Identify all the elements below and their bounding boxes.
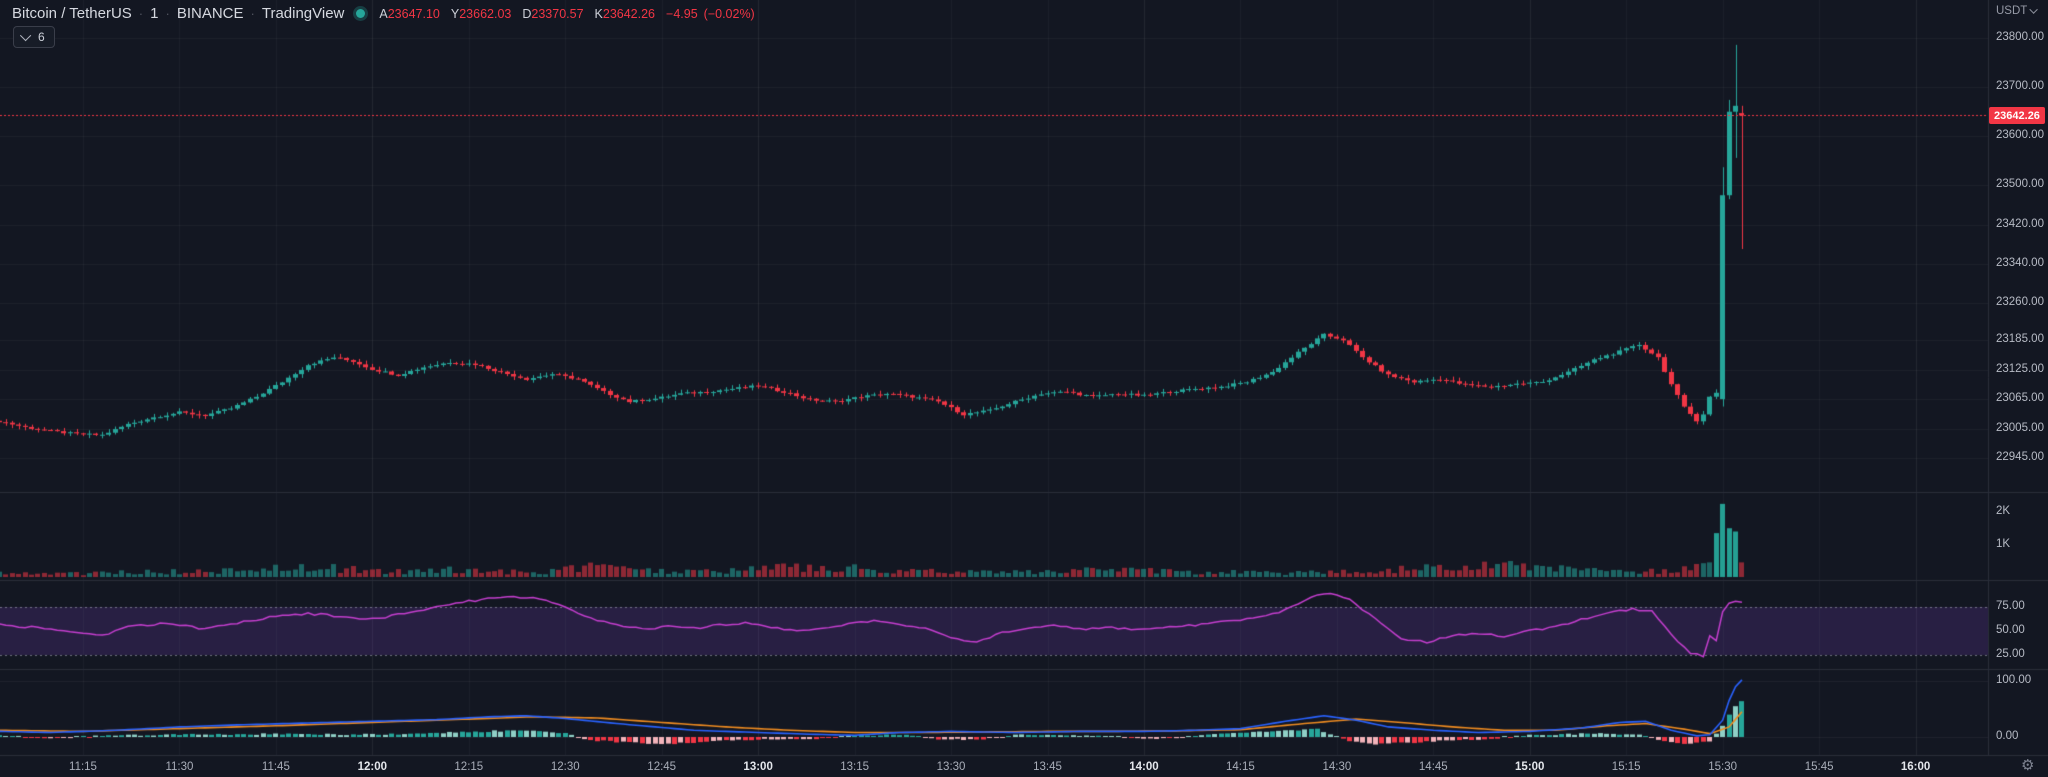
time-axis-label: 13:45 — [1033, 761, 1062, 773]
high-value: 23662.03 — [459, 6, 512, 21]
low-value: 23370.57 — [531, 6, 584, 21]
price-axis-label: 22945.00 — [1996, 451, 2044, 464]
time-axis-label: 14:45 — [1418, 761, 1448, 773]
time-axis-label: 15:00 — [1515, 761, 1545, 773]
price-axis-label: 23260.00 — [1996, 296, 2044, 309]
chevron-down-icon — [2029, 5, 2039, 14]
interval-label[interactable]: 1 — [150, 5, 158, 22]
last-price-tag: 23642.26 — [1989, 107, 2045, 124]
time-axis-label: 11:45 — [261, 761, 290, 773]
rsi-axis-label: 50.00 — [1996, 624, 2025, 636]
price-axis-label: 23420.00 — [1996, 217, 2044, 230]
price-axis-label: 23340.00 — [1996, 257, 2044, 270]
market-status-icon[interactable] — [356, 9, 366, 18]
time-axis-label: 12:15 — [454, 761, 484, 773]
change-percent: (−0.02%) — [703, 6, 755, 21]
time-axis-label: 11:30 — [165, 761, 194, 773]
symbol-title[interactable]: Bitcoin / TetherUS — [12, 5, 132, 22]
high-label: Y — [450, 6, 460, 21]
platform-label: TradingView — [261, 5, 345, 22]
indicators-collapse-button[interactable]: 6 — [13, 26, 55, 48]
price-scale-currency-dropdown[interactable]: USDT — [1996, 5, 2039, 17]
time-axis-label: 12:45 — [647, 761, 677, 773]
open-value: 23647.10 — [387, 6, 440, 21]
gear-icon[interactable]: ⚙ — [2021, 756, 2034, 774]
time-axis-label: 13:30 — [936, 761, 966, 773]
exchange-label: BINANCE — [176, 5, 244, 22]
rsi-axis-label: 75.00 — [1996, 600, 2025, 612]
rsi-axis-label: 25.00 — [1996, 648, 2025, 660]
change-value: −4.95 — [666, 6, 698, 21]
time-axis-label: 14:15 — [1226, 761, 1255, 773]
currency-label: USDT — [1996, 5, 2028, 17]
volume-axis-label: 1K — [1996, 537, 2011, 550]
close-value: 23642.26 — [602, 6, 656, 21]
legend-separator: · — [250, 6, 255, 21]
chart-canvas[interactable] — [0, 0, 2048, 777]
ohlc-values: A23647.10 Y23662.03 D23370.57 K23642.26 … — [379, 7, 760, 21]
time-axis-label: 12:30 — [550, 761, 580, 773]
oscillator-axis-label: 0.00 — [1996, 730, 2019, 742]
price-axis-label: 23005.00 — [1996, 421, 2044, 434]
time-axis-label: 14:00 — [1129, 761, 1159, 773]
time-axis-label: 14:30 — [1322, 761, 1352, 773]
legend-separator: · — [138, 6, 144, 21]
price-axis-label: 23600.00 — [1996, 129, 2044, 142]
time-axis-label: 13:15 — [840, 761, 869, 773]
price-axis-label: 23185.00 — [1996, 333, 2044, 346]
time-axis-label: 11:15 — [69, 761, 97, 773]
open-label: A — [379, 6, 388, 21]
tradingview-chart-window: Bitcoin / TetherUS · 1 · BINANCE · Tradi… — [0, 0, 2048, 777]
chevron-down-icon — [19, 29, 32, 42]
time-axis-label: 16:00 — [1900, 761, 1931, 773]
time-axis-label: 15:15 — [1611, 761, 1641, 773]
legend-separator: · — [165, 6, 170, 21]
price-axis-label: 23800.00 — [1996, 30, 2044, 43]
volume-axis-label: 2K — [1996, 505, 2011, 517]
price-axis-label: 23700.00 — [1996, 80, 2044, 93]
indicator-count: 6 — [38, 30, 45, 44]
time-axis-label: 13:00 — [743, 761, 773, 773]
oscillator-axis-label: 100.00 — [1996, 674, 2032, 686]
time-axis-label: 15:45 — [1804, 761, 1834, 773]
price-axis-label: 23125.00 — [1996, 362, 2044, 375]
chart-legend: Bitcoin / TetherUS · 1 · BINANCE · Tradi… — [12, 5, 761, 22]
time-axis-label: 12:00 — [357, 761, 388, 773]
time-axis-label: 15:30 — [1708, 761, 1738, 773]
price-axis-label: 23065.00 — [1996, 392, 2044, 405]
close-label: K — [594, 6, 603, 21]
price-axis-label: 23500.00 — [1996, 178, 2044, 191]
